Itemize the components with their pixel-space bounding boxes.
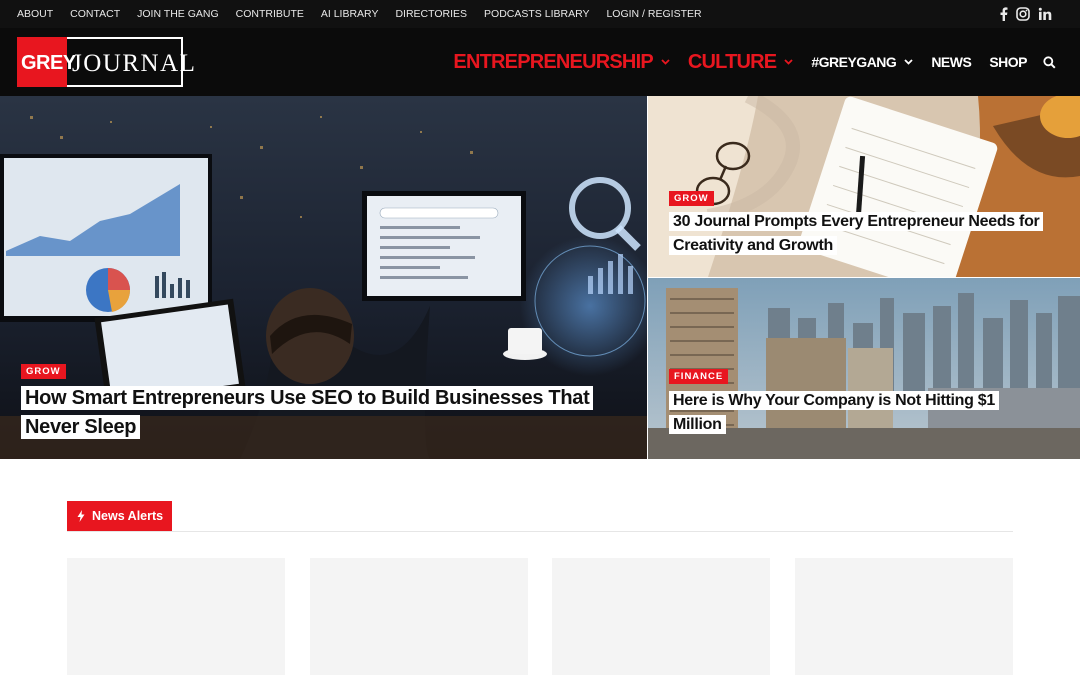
nav-item-culture[interactable]: CULTURE bbox=[688, 51, 793, 74]
category-badge[interactable]: GROW bbox=[669, 191, 714, 206]
hero-bottom-right-article[interactable]: FINANCE Here is Why Your Company is Not … bbox=[648, 278, 1080, 459]
hero-bottom-right-title[interactable]: Here is Why Your Company is Not Hitting … bbox=[669, 389, 1009, 436]
nav-label: #GREYGANG bbox=[811, 54, 897, 70]
nav-label: CULTURE bbox=[687, 50, 777, 73]
search-icon[interactable] bbox=[1043, 55, 1056, 69]
top-link-contact[interactable]: CONTACT bbox=[70, 8, 120, 20]
top-link-ai-library[interactable]: AI LIBRARY bbox=[321, 8, 379, 20]
nav-item-entrepreneurship[interactable]: ENTREPRENEURSHIP bbox=[453, 50, 670, 74]
instagram-icon[interactable] bbox=[1016, 7, 1030, 21]
news-card-placeholder[interactable] bbox=[795, 558, 1013, 675]
news-cards bbox=[67, 558, 1013, 675]
top-bar: ABOUT CONTACT JOIN THE GANG CONTRIBUTE A… bbox=[0, 0, 1080, 28]
facebook-icon[interactable] bbox=[999, 7, 1008, 21]
top-link-login-register[interactable]: LOGIN / REGISTER bbox=[606, 8, 701, 20]
top-link-directories[interactable]: DIRECTORIES bbox=[395, 8, 467, 20]
bolt-icon bbox=[77, 510, 85, 522]
logo-journal-text: JOURNAL bbox=[72, 50, 197, 77]
logo-frame: JOURNAL bbox=[67, 37, 195, 87]
hero-main-title[interactable]: How Smart Entrepreneurs Use SEO to Build… bbox=[21, 384, 611, 442]
hero-top-right-article[interactable]: GROW 30 Journal Prompts Every Entreprene… bbox=[648, 96, 1080, 277]
chevron-down-icon bbox=[661, 59, 670, 65]
hero-grid: GROW How Smart Entrepreneurs Use SEO to … bbox=[0, 96, 1080, 459]
news-card-placeholder[interactable] bbox=[67, 558, 285, 675]
nav-item-news[interactable]: NEWS bbox=[931, 54, 972, 70]
category-badge[interactable]: GROW bbox=[21, 364, 66, 379]
top-link-join-the-gang[interactable]: JOIN THE GANG bbox=[137, 8, 218, 20]
nav-item-shop[interactable]: SHOP bbox=[989, 54, 1027, 70]
chevron-down-icon bbox=[784, 59, 793, 65]
top-link-about[interactable]: ABOUT bbox=[17, 8, 53, 20]
hero-main-article[interactable]: GROW How Smart Entrepreneurs Use SEO to … bbox=[0, 96, 647, 459]
nav-label: ENTREPRENEURSHIP bbox=[453, 50, 653, 73]
nav-label: SHOP bbox=[989, 54, 1027, 70]
hero-top-right-title[interactable]: 30 Journal Prompts Every Entrepreneur Ne… bbox=[669, 210, 1054, 257]
chevron-down-icon bbox=[904, 59, 913, 65]
nav-label: NEWS bbox=[931, 54, 972, 70]
news-card-placeholder[interactable] bbox=[552, 558, 770, 675]
main-nav: ENTREPRENEURSHIP CULTURE #GREYGANG NEWS … bbox=[435, 28, 1056, 96]
category-badge[interactable]: FINANCE bbox=[669, 369, 729, 384]
logo-red-block: GREY bbox=[17, 37, 76, 87]
news-alerts-tab[interactable]: News Alerts bbox=[67, 501, 172, 531]
nav-item-greygang[interactable]: #GREYGANG bbox=[811, 54, 913, 70]
section-divider bbox=[67, 531, 1013, 532]
news-alerts-label: News Alerts bbox=[92, 509, 164, 523]
linkedin-icon[interactable] bbox=[1038, 7, 1052, 21]
top-nav: ABOUT CONTACT JOIN THE GANG CONTRIBUTE A… bbox=[17, 0, 719, 28]
top-link-contribute[interactable]: CONTRIBUTE bbox=[236, 8, 304, 20]
social-links bbox=[999, 0, 1052, 28]
site-header: GREY JOURNAL ENTREPRENEURSHIP CULTURE #G… bbox=[0, 28, 1080, 96]
news-card-placeholder[interactable] bbox=[310, 558, 528, 675]
top-link-podcasts-library[interactable]: PODCASTS LIBRARY bbox=[484, 8, 589, 20]
site-logo[interactable]: GREY JOURNAL bbox=[17, 37, 195, 87]
